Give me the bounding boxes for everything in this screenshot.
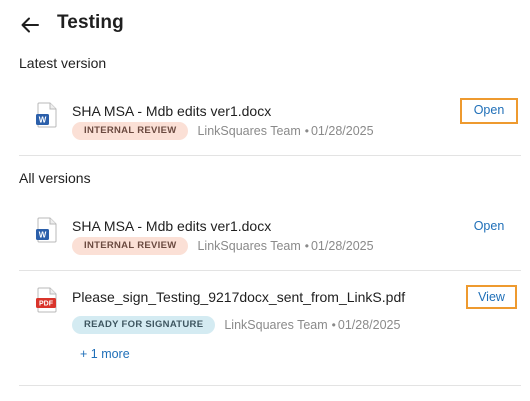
file-date: 01/28/2025 [310, 239, 374, 253]
status-badge: INTERNAL REVIEW [72, 237, 189, 255]
svg-text:W: W [39, 116, 47, 125]
open-button[interactable]: Open [468, 216, 510, 236]
file-meta: READY FOR SIGNATURE LinkSquares Team • 0… [72, 316, 400, 334]
word-document-icon: W [36, 217, 57, 243]
divider [19, 385, 521, 386]
status-badge: READY FOR SIGNATURE [72, 316, 216, 334]
version-file-row: W SHA MSA - Mdb edits ver1.docx INTERNAL… [0, 210, 530, 260]
divider [19, 270, 521, 271]
latest-version-heading: Latest version [19, 55, 107, 71]
meta-separator: • [304, 124, 309, 138]
file-owner: LinkSquares Team [197, 124, 301, 138]
file-meta: INTERNAL REVIEW LinkSquares Team • 01/28… [72, 237, 374, 255]
meta-separator: • [331, 318, 336, 332]
view-button[interactable]: View [466, 285, 517, 309]
file-owner: LinkSquares Team [224, 318, 328, 332]
word-document-icon: W [36, 102, 57, 128]
file-date: 01/28/2025 [337, 318, 401, 332]
file-name[interactable]: Please_sign_Testing_9217docx_sent_from_L… [72, 289, 405, 305]
file-name[interactable]: SHA MSA - Mdb edits ver1.docx [72, 218, 271, 234]
meta-separator: • [304, 239, 309, 253]
status-badge: INTERNAL REVIEW [72, 122, 189, 140]
all-versions-heading: All versions [19, 170, 91, 186]
file-owner: LinkSquares Team [197, 239, 301, 253]
svg-text:PDF: PDF [39, 301, 54, 308]
pdf-document-icon: PDF [36, 287, 57, 313]
latest-file-row: W SHA MSA - Mdb edits ver1.docx INTERNAL… [0, 95, 530, 145]
page-title: Testing [57, 12, 124, 33]
version-file-row: PDF Please_sign_Testing_9217docx_sent_fr… [0, 280, 530, 375]
page-header: Testing [0, 0, 530, 50]
divider [19, 155, 521, 156]
more-link[interactable]: + 1 more [80, 347, 130, 361]
file-meta: INTERNAL REVIEW LinkSquares Team • 01/28… [72, 122, 374, 140]
file-name[interactable]: SHA MSA - Mdb edits ver1.docx [72, 103, 271, 119]
back-button[interactable] [18, 13, 42, 37]
arrow-left-icon [21, 17, 39, 33]
file-date: 01/28/2025 [310, 124, 374, 138]
svg-text:W: W [39, 231, 47, 240]
open-button[interactable]: Open [460, 98, 518, 124]
